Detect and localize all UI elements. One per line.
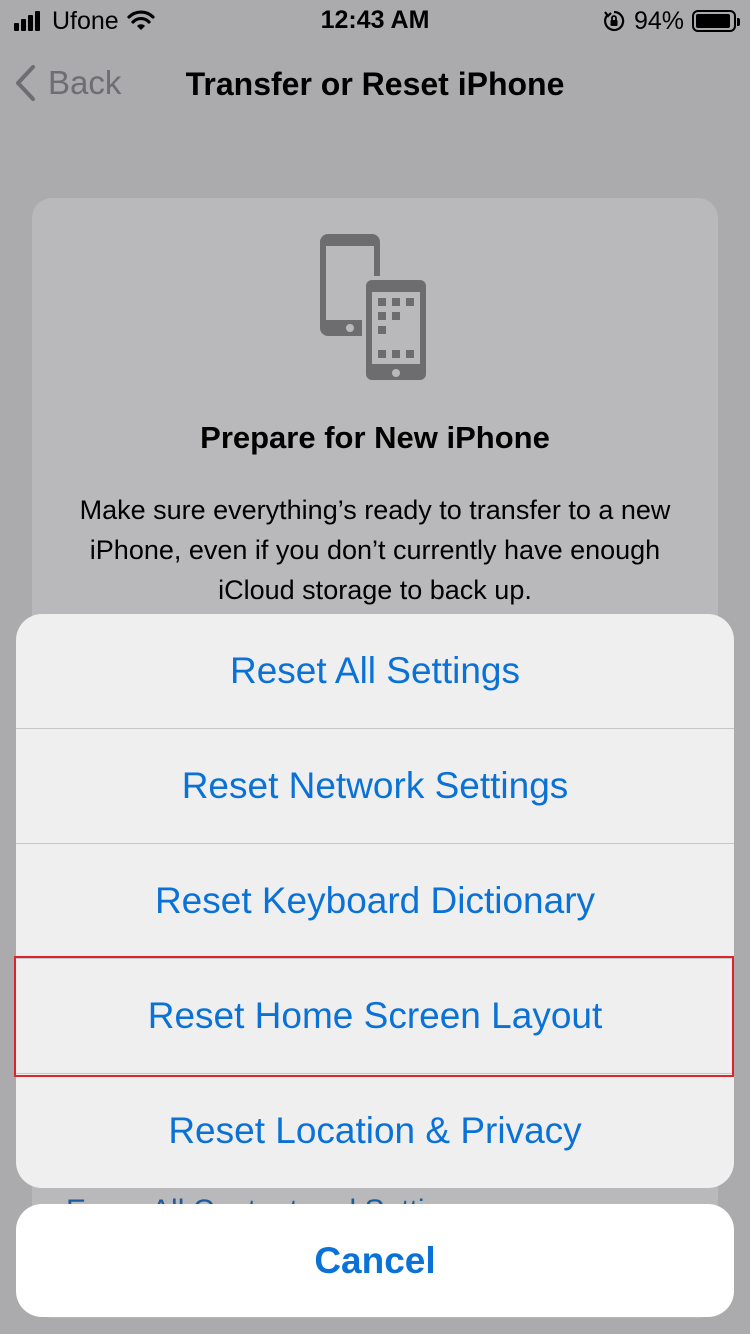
screen: Ufone 12:43 AM 94% Back Transfer or Rese… [0, 0, 750, 1334]
reset-network-settings-button[interactable]: Reset Network Settings [16, 729, 734, 844]
status-right: 94% [602, 6, 740, 36]
battery-icon [692, 10, 740, 32]
reset-all-settings-button[interactable]: Reset All Settings [16, 614, 734, 729]
cancel-button[interactable]: Cancel [16, 1204, 734, 1317]
battery-percent: 94% [633, 6, 684, 35]
action-sheet: Reset All Settings Reset Network Setting… [16, 614, 734, 1188]
page-title: Transfer or Reset iPhone [0, 66, 750, 103]
reset-location-privacy-button[interactable]: Reset Location & Privacy [16, 1074, 734, 1188]
reset-home-screen-layout-button[interactable]: Reset Home Screen Layout [16, 959, 734, 1074]
card-title: Prepare for New iPhone [200, 420, 550, 455]
status-bar: Ufone 12:43 AM 94% [0, 0, 750, 40]
orientation-lock-icon [604, 10, 625, 32]
devices-icon [320, 234, 430, 384]
page-title-text: Transfer or Reset iPhone [185, 66, 565, 102]
nav-bar: Back Transfer or Reset iPhone [0, 52, 750, 116]
card-description: Make sure everything’s ready to transfer… [79, 495, 671, 605]
reset-keyboard-dictionary-button[interactable]: Reset Keyboard Dictionary [16, 844, 734, 959]
